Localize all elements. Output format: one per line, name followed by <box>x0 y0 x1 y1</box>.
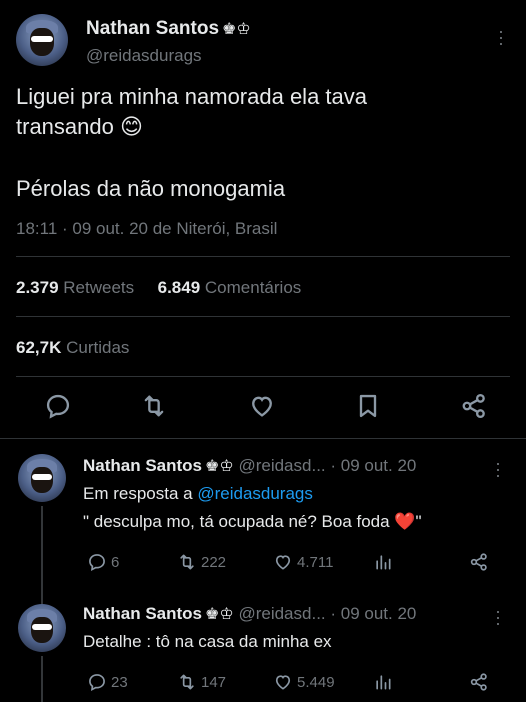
more-icon[interactable]: · · · <box>493 454 503 484</box>
crown-badge-icon: ♚♔ <box>205 458 234 475</box>
reply-action-bar: 6 222 4.711 <box>83 552 503 576</box>
like-count: 4.711 <box>297 553 334 571</box>
divider <box>16 376 510 377</box>
retweet-count: 222 <box>201 553 227 571</box>
tweet-text: Liguei pra minha namorada ela tava trans… <box>16 84 368 139</box>
retweets-label[interactable]: Retweets <box>63 278 134 297</box>
like-button[interactable]: 4.711 <box>273 552 333 572</box>
reply-icon <box>89 554 105 571</box>
heart-icon <box>275 675 291 690</box>
divider <box>16 316 510 317</box>
reply-count: 23 <box>111 673 128 691</box>
tweet-header: Nathan Santos ♚♔ @reidasdurags · · · <box>16 12 510 72</box>
share-icon[interactable] <box>460 392 488 420</box>
retweet-icon <box>180 554 194 570</box>
analytics-icon <box>376 555 391 570</box>
reply-author-name[interactable]: Nathan Santos <box>83 456 202 475</box>
analytics-icon <box>376 675 391 690</box>
stats-row-retweets-comments: 2.379 Retweets 6.849 Comentários <box>16 278 301 298</box>
reply-context: Em resposta a @reidasdurags <box>83 484 313 504</box>
heart-icon <box>275 555 291 570</box>
like-button[interactable]: 5.449 <box>273 672 335 692</box>
crown-badge-icon: ♚♔ <box>222 21 251 38</box>
retweet-button[interactable]: 147 <box>177 672 226 692</box>
reply-handle-time[interactable]: @reidasd... · 09 out. 20 <box>238 604 416 623</box>
more-icon[interactable]: · · · <box>493 602 503 632</box>
heart-icon[interactable] <box>248 392 276 420</box>
reply-author-name[interactable]: Nathan Santos <box>83 604 202 623</box>
bookmark-icon[interactable] <box>354 392 382 420</box>
thread-line <box>41 656 43 702</box>
analytics-button[interactable] <box>373 672 393 692</box>
retweet-count: 147 <box>201 673 227 691</box>
reply-action-bar: 23 147 5.449 <box>83 672 503 696</box>
reply-tweet[interactable]: Nathan Santos ♚♔ @reidasd... · 09 out. 20… <box>0 448 526 606</box>
reply-to-link[interactable]: @reidasdurags <box>197 484 313 503</box>
share-button[interactable] <box>469 552 489 572</box>
retweet-button[interactable]: 222 <box>177 552 226 572</box>
share-icon <box>470 673 487 691</box>
reply-icon[interactable] <box>44 392 72 420</box>
divider <box>16 256 510 257</box>
thread-line <box>41 506 43 606</box>
tweet-action-bar <box>0 392 526 428</box>
reply-button[interactable]: 23 <box>87 672 128 692</box>
divider <box>0 438 526 439</box>
likes-label[interactable]: Curtidas <box>66 338 129 357</box>
comments-label[interactable]: Comentários <box>205 278 301 297</box>
avatar[interactable] <box>18 454 66 502</box>
share-icon <box>470 553 487 571</box>
retweet-icon[interactable] <box>140 392 168 420</box>
likes-count[interactable]: 62,7K <box>16 338 61 357</box>
author-handle[interactable]: @reidasdurags <box>86 46 202 66</box>
analytics-button[interactable] <box>373 552 393 572</box>
reply-count: 6 <box>111 553 120 571</box>
more-icon[interactable]: · · · <box>496 22 506 52</box>
reply-text: Detalhe : tô na casa da minha ex <box>83 632 332 651</box>
author-name[interactable]: Nathan Santos ♚♔ <box>86 18 251 40</box>
avatar[interactable] <box>16 14 68 66</box>
like-count: 5.449 <box>297 673 335 691</box>
reply-header: Nathan Santos ♚♔ @reidasd... · 09 out. 20 <box>83 604 416 624</box>
retweets-count[interactable]: 2.379 <box>16 278 59 297</box>
reply-header: Nathan Santos ♚♔ @reidasd... · 09 out. 20 <box>83 456 416 476</box>
stats-row-likes: 62,7K Curtidas <box>16 338 129 358</box>
tweet-text-second: Pérolas da não monogamia <box>16 176 286 201</box>
tweet-timestamp[interactable]: 18:11 · 09 out. 20 de Niterói, Brasil <box>16 219 277 239</box>
reply-text: " desculpa mo, tá ocupada né? Boa foda ❤… <box>83 512 422 531</box>
reply-handle-time[interactable]: @reidasd... · 09 out. 20 <box>238 456 416 475</box>
share-button[interactable] <box>469 672 489 692</box>
reply-tweet[interactable]: Nathan Santos ♚♔ @reidasd... · 09 out. 20… <box>0 596 526 702</box>
author-name-text: Nathan Santos <box>86 18 220 39</box>
reply-prefix: Em resposta a <box>83 484 193 503</box>
comments-count[interactable]: 6.849 <box>158 278 201 297</box>
reply-button[interactable]: 6 <box>87 552 119 572</box>
crown-badge-icon: ♚♔ <box>205 606 234 623</box>
avatar[interactable] <box>18 604 66 652</box>
retweet-icon <box>180 674 194 690</box>
reply-icon <box>89 674 105 691</box>
